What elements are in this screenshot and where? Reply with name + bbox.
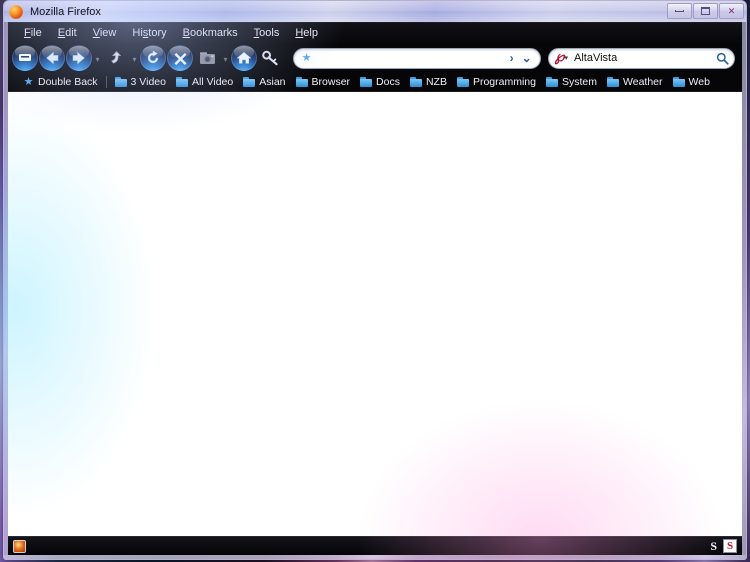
screenshot-dropdown-icon[interactable]: ▾ [221,45,230,71]
bookmark-label: System [562,76,598,88]
menu-item-tools[interactable]: Tools [246,25,288,41]
menu-item-history[interactable]: History [124,25,174,41]
bookmark-star-icon[interactable]: ★ [301,52,312,64]
minimize-icon [675,10,684,12]
camera-folder-icon [199,51,215,64]
up-button[interactable] [103,45,129,71]
magnifier-icon[interactable] [716,52,729,65]
close-button[interactable]: ✕ [719,3,744,19]
reload-icon [147,50,159,64]
folder-icon [672,77,685,87]
bookmark-folder-web[interactable]: Web [668,75,715,89]
folder-icon [243,77,256,87]
folder-icon [607,77,620,87]
bookmark-label: Programming [472,76,536,88]
bookmarks-toolbar: ★ Double Back 3 Video All Video Asian Br… [8,73,742,91]
bookmark-folder-programming[interactable]: Programming [452,75,541,89]
bookmark-label: Weather [623,76,663,88]
status-letter-s[interactable]: S [710,539,717,554]
bookmark-folder-all-video[interactable]: All Video [171,75,238,89]
home-button[interactable] [231,45,257,71]
firefox-status-icon[interactable] [13,539,26,553]
bookmark-label: Docs [376,76,400,88]
window-title: Mozilla Firefox [30,5,101,18]
bookmark-folder-weather[interactable]: Weather [602,75,668,89]
back-arrow-icon [46,51,59,65]
folder-icon [175,77,188,87]
page-content[interactable] [8,91,742,536]
folder-icon [295,77,308,87]
menu-item-file[interactable]: File [16,25,50,41]
sidebar-panel-button[interactable] [12,45,38,71]
minimize-button[interactable] [667,3,692,19]
firefox-icon[interactable] [9,4,23,19]
toolbar-separator [105,76,107,88]
bookmark-folder-browser[interactable]: Browser [291,75,356,89]
search-input[interactable] [568,52,716,64]
bookmark-label: Browser [311,76,351,88]
bookmark-folder-asian[interactable]: Asian [238,75,290,89]
window-bottom-frame [4,555,746,559]
bookmark-folder-nzb[interactable]: NZB [405,75,452,89]
close-icon: ✕ [727,5,736,16]
bookmark-label: Web [688,76,710,88]
forward-button[interactable] [66,45,92,71]
bookmark-item-double-back[interactable]: ★ Double Back [18,75,103,89]
address-bar[interactable]: ★ › ⌄ [293,47,541,69]
address-dropdown-icon[interactable]: ⌄ [518,52,536,64]
forward-arrow-icon [72,51,85,65]
up-dropdown-icon[interactable]: ▾ [130,45,139,71]
bookmark-folder-system[interactable]: System [541,75,602,89]
menu-item-view[interactable]: View [85,25,125,41]
bookmark-label: Double Back [38,76,98,88]
stop-x-icon [174,52,186,65]
desktop-wallpaper: Mozilla Firefox ✕ File Edit View History… [0,0,750,562]
bookmark-folder-3-video[interactable]: 3 Video [110,75,171,89]
maximize-button[interactable] [693,3,718,19]
go-arrow-icon[interactable]: › [506,52,518,64]
bookmark-folder-docs[interactable]: Docs [355,75,405,89]
back-button[interactable] [39,45,65,71]
folder-icon [409,77,422,87]
folder-icon [546,77,558,87]
folder-icon [360,77,373,87]
panel-icon [19,54,31,61]
search-bar[interactable]: ℘ ▾ [547,47,735,69]
up-arrow-icon [110,50,121,64]
browser-chrome: File Edit View History Bookmarks Tools H… [8,22,742,91]
firefox-window: Mozilla Firefox ✕ File Edit View History… [3,0,747,560]
title-bar[interactable]: Mozilla Firefox ✕ [4,1,746,22]
folder-icon [456,77,469,87]
address-input[interactable] [312,52,506,64]
bookmark-star-icon: ★ [23,75,34,88]
bookmark-label: NZB [425,76,447,88]
status-boxed-s-icon[interactable]: S [723,539,737,553]
bookmark-label: All Video [191,76,234,88]
window-controls: ✕ [667,3,744,19]
status-bar: S S [8,536,742,555]
back-forward-dropdown-icon[interactable]: ▾ [93,45,102,71]
altavista-logo-icon[interactable]: ℘ [555,51,565,65]
bookmark-label: Asian [259,76,286,88]
menu-bar: File Edit View History Bookmarks Tools H… [8,23,742,43]
screenshot-button[interactable] [194,45,220,71]
folder-icon [114,77,127,87]
key-icon [262,50,278,66]
home-icon [236,51,252,64]
menu-item-help[interactable]: Help [287,25,326,41]
menu-item-bookmarks[interactable]: Bookmarks [175,25,246,41]
reload-button[interactable] [140,45,166,71]
navigation-toolbar: ▾ ▾ ▾ ★ › ⌄ ℘ ▾ AltaVista [8,43,742,73]
key-button[interactable] [258,45,284,71]
maximize-icon [701,7,710,15]
bookmark-label: 3 Video [130,76,166,88]
stop-button[interactable] [167,45,193,71]
menu-item-edit[interactable]: Edit [50,25,85,41]
